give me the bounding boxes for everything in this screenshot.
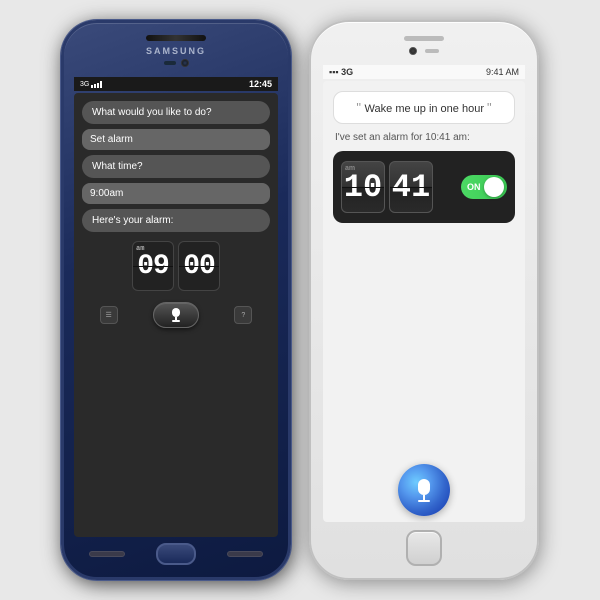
android-alarm-clock: am 09 00 — [132, 241, 220, 291]
samsung-sensor — [164, 61, 176, 65]
ios-clock-digits: am 10 41 — [341, 161, 433, 213]
iphone-top — [323, 36, 525, 59]
samsung-camera-row — [164, 59, 189, 67]
samsung-time: 12:45 — [249, 79, 272, 89]
menu-icon: ☰ — [106, 311, 112, 319]
ios-minute-digit: 41 — [389, 161, 433, 213]
android-hour-0: am 09 — [132, 241, 174, 291]
ios-alarm-clock: am 10 41 ON — [333, 151, 515, 223]
microphone-icon — [171, 308, 181, 322]
samsung-menu-button[interactable]: ☰ — [100, 306, 118, 324]
iphone-camera-row — [409, 47, 439, 55]
signal-strength-icon — [91, 80, 102, 88]
iphone-proximity-sensor — [425, 49, 439, 53]
samsung-status-bar: 3G 12:45 — [74, 77, 278, 91]
iphone-camera — [409, 47, 417, 55]
response-bubble-2: 9:00am — [82, 183, 270, 204]
response-bubble-1: Set alarm — [82, 129, 270, 150]
siri-query-text: Wake me up in one hour — [365, 103, 484, 115]
ios-alarm-toggle[interactable]: ON — [461, 175, 507, 199]
iphone-speaker-grill — [404, 36, 444, 41]
samsung-home-nav[interactable] — [156, 543, 196, 565]
open-quote-icon: " — [356, 100, 364, 115]
samsung-recent-nav[interactable] — [227, 551, 263, 557]
signal-icon: ▪▪▪ — [329, 67, 341, 77]
iphone-status-bar: ▪▪▪ 3G 9:41 AM — [323, 65, 525, 79]
siri-query-bubble: " Wake me up in one hour " — [333, 91, 515, 124]
iphone-screen: " Wake me up in one hour " I've set an a… — [323, 81, 525, 522]
samsung-top-bar: SAMSUNG — [74, 35, 278, 71]
samsung-back-nav[interactable] — [89, 551, 125, 557]
iphone: ▪▪▪ 3G 9:41 AM " Wake me up in one hour … — [309, 20, 539, 580]
siri-microphone-icon — [418, 479, 430, 502]
iphone-home-button[interactable] — [406, 530, 442, 566]
android-minute-0: 00 — [178, 241, 220, 291]
samsung-status-icons: 3G — [80, 80, 102, 88]
siri-response-text: I've set an alarm for 10:41 am: — [333, 132, 515, 143]
iphone-signal-label: ▪▪▪ 3G — [329, 67, 353, 77]
back-icon: ? — [241, 312, 245, 319]
iphone-home-area — [323, 522, 525, 568]
siri-icon-area — [333, 231, 515, 516]
prompt-bubble-3: Here's your alarm: — [82, 209, 270, 232]
network-icon: 3G — [80, 81, 89, 88]
samsung-phone: SAMSUNG 3G 12:45 What would you like to … — [61, 20, 291, 580]
samsung-home-area — [74, 537, 278, 567]
prompt-bubble-1: What would you like to do? — [82, 101, 270, 124]
samsung-brand-label: SAMSUNG — [146, 46, 206, 56]
toggle-thumb — [484, 177, 504, 197]
close-quote-icon: " — [487, 100, 492, 115]
samsung-bottom-controls: ☰ ? — [82, 296, 270, 334]
samsung-screen: What would you like to do? Set alarm Wha… — [74, 93, 278, 537]
siri-icon[interactable] — [398, 464, 450, 516]
toggle-on-label: ON — [467, 182, 481, 192]
samsung-speaker-grill — [146, 35, 206, 41]
samsung-back-button[interactable]: ? — [234, 306, 252, 324]
samsung-camera — [181, 59, 189, 67]
prompt-bubble-2: What time? — [82, 155, 270, 178]
ios-hour-digit: am 10 — [341, 161, 385, 213]
iphone-time: 9:41 AM — [486, 67, 519, 77]
android-mic-button[interactable] — [153, 302, 199, 328]
